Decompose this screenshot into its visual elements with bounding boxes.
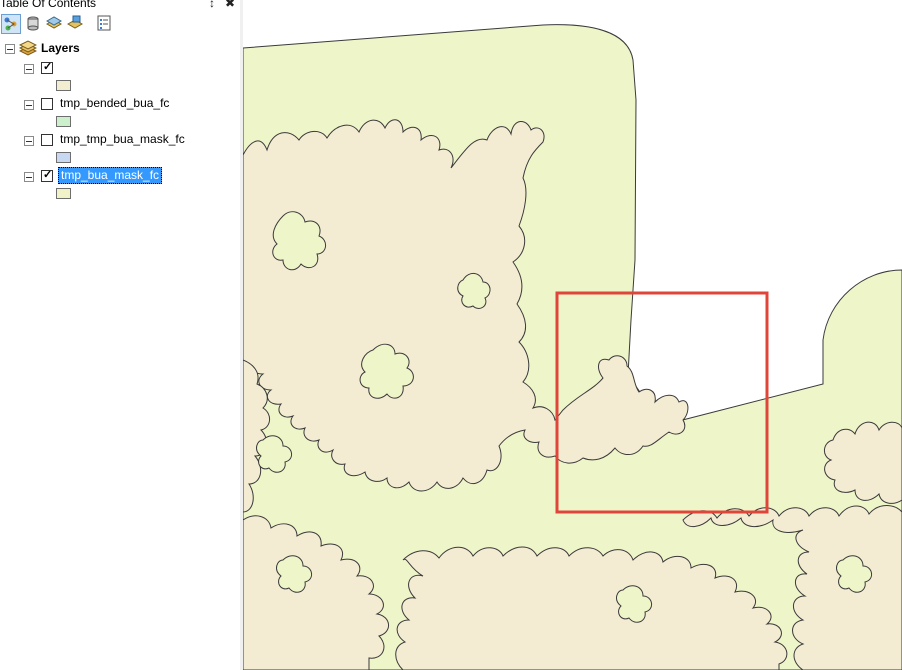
layer-2-label[interactable]: tmp_bended_bua_fc xyxy=(60,96,169,111)
layer-3-collapse-toggle[interactable] xyxy=(24,136,34,146)
close-icon[interactable]: ✖ xyxy=(225,0,235,10)
map-canvas[interactable] xyxy=(243,0,902,670)
layer-3-label[interactable]: tmp_tmp_bua_mask_fc xyxy=(60,132,185,147)
options-icon[interactable] xyxy=(95,14,115,34)
list-by-drawing-order-icon[interactable] xyxy=(1,14,21,34)
map-view[interactable] xyxy=(243,0,902,670)
layer-2-collapse-toggle[interactable] xyxy=(24,100,34,110)
layer-4-visibility-checkbox[interactable]: ✓ xyxy=(41,169,53,182)
checkmark-icon: ✓ xyxy=(43,169,53,181)
toc-title: Table Of Contents xyxy=(0,0,97,10)
layer-2-symbol-swatch[interactable] xyxy=(56,116,71,127)
toc-titlebar: Table Of Contents ↕ ✖ xyxy=(0,0,240,12)
layer-2-visibility-checkbox[interactable] xyxy=(41,98,53,110)
layer-1-collapse-toggle[interactable] xyxy=(24,64,34,74)
layer-3-visibility-checkbox[interactable] xyxy=(41,134,53,146)
layers-collapse-toggle[interactable] xyxy=(5,44,15,54)
checkmark-icon: ✓ xyxy=(43,61,53,73)
list-by-source-icon[interactable] xyxy=(24,14,44,34)
list-by-visibility-icon[interactable] xyxy=(45,14,65,34)
layer-1-visibility-checkbox[interactable]: ✓ xyxy=(41,61,53,74)
layers-group-icon xyxy=(18,40,38,61)
list-by-selection-icon[interactable] xyxy=(66,14,86,34)
layer-4-collapse-toggle[interactable] xyxy=(24,172,34,182)
layer-1-symbol-swatch[interactable] xyxy=(56,80,71,91)
layer-4-symbol-swatch[interactable] xyxy=(56,188,71,199)
layer-3-symbol-swatch[interactable] xyxy=(56,152,71,163)
layer-4-label[interactable]: tmp_bua_mask_fc xyxy=(58,167,163,184)
pin-icon[interactable]: ↕ xyxy=(209,0,215,10)
layers-root-label[interactable]: Layers xyxy=(41,41,80,56)
table-of-contents-panel: Table Of Contents ↕ ✖ Layers ✓ tmp_bende… xyxy=(0,0,241,670)
toc-toolbar xyxy=(0,12,240,38)
